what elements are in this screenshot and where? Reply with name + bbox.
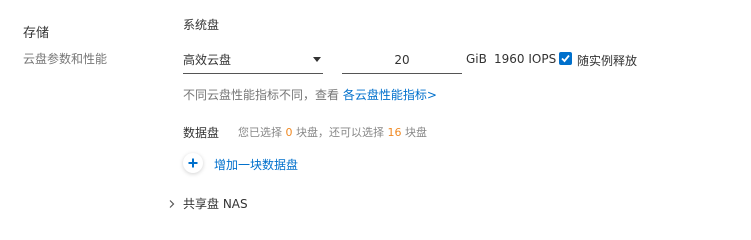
- storage-config-panel: 存储 云盘参数和性能 系统盘 高效云盘 GiB 1960 IOPS 随实例释放 …: [0, 0, 751, 237]
- add-data-disk-label[interactable]: 增加一块数据盘: [214, 156, 298, 173]
- disk-size-input[interactable]: [342, 46, 462, 74]
- size-unit: GiB: [466, 52, 487, 66]
- disk-type-select[interactable]: 高效云盘: [183, 46, 323, 74]
- section-subtitle: 云盘参数和性能: [23, 52, 108, 66]
- chevron-right-icon[interactable]: [168, 194, 176, 213]
- add-data-disk-button[interactable]: [183, 153, 203, 173]
- disk-type-value: 高效云盘: [183, 53, 232, 67]
- data-disk-label: 数据盘: [183, 126, 220, 140]
- plus-icon: [188, 158, 198, 168]
- caret-down-icon: [313, 57, 321, 62]
- performance-spec-link[interactable]: 各云盘性能指标>: [343, 88, 437, 102]
- data-disk-info-pre: 您已选择: [238, 126, 286, 139]
- selected-count: 0: [285, 126, 293, 139]
- section-title: 存储: [23, 26, 50, 41]
- data-disk-info-post: 块盘: [401, 126, 427, 139]
- release-with-instance-checkbox[interactable]: [559, 52, 572, 65]
- remaining-count: 16: [387, 126, 402, 139]
- data-disk-info-mid: 块盘，还可以选择: [292, 126, 388, 139]
- data-disk-count-info: 您已选择 0 块盘，还可以选择 16 块盘: [238, 124, 427, 140]
- check-icon: [561, 54, 570, 63]
- performance-hint-text: 不同云盘性能指标不同，查看: [183, 88, 343, 102]
- release-with-instance-label[interactable]: 随实例释放: [577, 52, 637, 69]
- iops-value: 1960 IOPS: [494, 52, 557, 66]
- performance-hint: 不同云盘性能指标不同，查看 各云盘性能指标>: [183, 86, 437, 103]
- nas-toggle[interactable]: 共享盘 NAS: [183, 195, 248, 212]
- system-disk-label: 系统盘: [183, 18, 220, 32]
